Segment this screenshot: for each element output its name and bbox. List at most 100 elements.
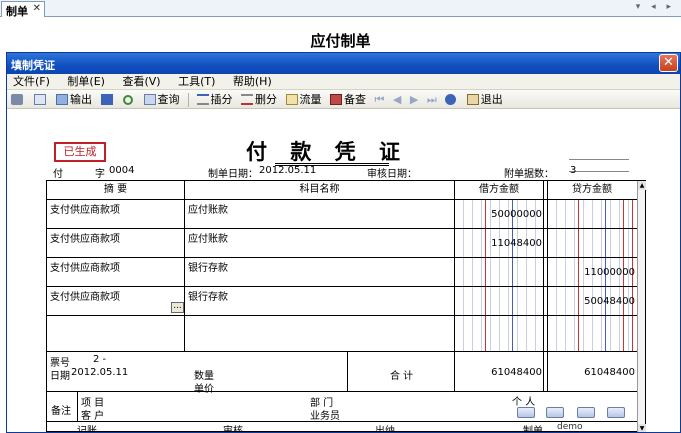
dialog-titlebar: 填制凭证 ✕ — [7, 53, 680, 74]
scroll-down-icon[interactable]: ▼ — [638, 424, 646, 432]
memo-bottom-line — [47, 421, 638, 422]
menu-tools[interactable]: 工具(T) — [178, 74, 215, 90]
row3-subject[interactable]: 银行存款 — [188, 259, 228, 274]
memo-button[interactable]: 备查 — [330, 90, 366, 109]
save-icon[interactable] — [100, 90, 115, 109]
row3-credit[interactable]: 11000000 — [548, 267, 635, 278]
undo-icon[interactable] — [123, 90, 135, 109]
voucher-title: 付 款 凭 证 — [246, 139, 408, 164]
debit-blue-line — [512, 199, 513, 351]
tab-close-icon[interactable]: ✕ — [33, 3, 41, 14]
grid-scrollbar[interactable]: ▲ ▼ — [637, 181, 646, 432]
row2-subject[interactable]: 应付账款 — [188, 230, 228, 245]
row2-debit[interactable]: 11048400 — [455, 238, 542, 249]
total-label: 合 计 — [390, 371, 414, 382]
delete-button[interactable]: 删分 — [241, 90, 277, 109]
voucher-type-label: 付 — [53, 169, 63, 180]
first-record-icon[interactable]: ⏮ — [375, 90, 385, 109]
cashier-label: 出纳 — [375, 426, 395, 433]
flow-icon — [285, 94, 298, 105]
col-divider — [184, 181, 185, 351]
memo-divider — [77, 391, 78, 421]
header-subject: 科目名称 — [299, 184, 340, 195]
unit-price-label: 单价 — [194, 384, 214, 395]
row1-summary[interactable]: 支付供应商款项 — [50, 201, 120, 216]
row-divider — [47, 315, 638, 316]
row4-credit[interactable]: 50048400 — [548, 296, 635, 307]
tab-nav-icons[interactable]: ▾ ◂ ▸ — [636, 2, 675, 12]
make-date-label: 制单日期： — [208, 169, 258, 180]
tab-voucher[interactable]: 制单 ✕ — [1, 1, 45, 18]
row4-subject[interactable]: 银行存款 — [188, 288, 228, 303]
ticket-value: 2 - — [93, 354, 107, 365]
dialog-title: 填制凭证 — [11, 59, 55, 72]
bookkeeper-label: 记账 — [77, 426, 97, 433]
row2-summary[interactable]: 支付供应商款项 — [50, 230, 120, 245]
last-record-icon[interactable]: ⏭ — [427, 90, 437, 109]
status-stamp: 已生成 — [54, 142, 106, 162]
menu-edit[interactable]: 制单(E) — [67, 74, 105, 90]
exit-button[interactable]: 退出 — [466, 90, 503, 109]
voucher-grid: 摘 要 科目名称 借方金额 贷方金额 支付供应商款项 应付账款 50000000… — [46, 180, 646, 432]
row-divider — [47, 351, 638, 352]
row-divider — [47, 228, 638, 229]
total-debit: 61048400 — [491, 367, 542, 378]
maker-label: 制单 — [523, 426, 543, 433]
header-summary: 摘 要 — [103, 184, 128, 195]
close-icon[interactable]: ✕ — [659, 54, 678, 72]
help-icon[interactable] — [445, 90, 458, 109]
reference-button[interactable]: ... — [171, 302, 184, 313]
insert-button[interactable]: 插分 — [196, 90, 233, 109]
scroll-up-icon[interactable]: ▲ — [638, 181, 646, 190]
audit-date-label: 审核日期： — [367, 169, 417, 180]
voucher-number[interactable]: 0004 — [109, 165, 134, 176]
row-divider — [47, 257, 638, 258]
memo-table-icon[interactable] — [546, 407, 564, 418]
date-label: 日期 — [50, 371, 70, 382]
row1-subject[interactable]: 应付账款 — [188, 201, 228, 216]
voucher-dialog: 填制凭证 ✕ 文件(F) 制单(E) 查看(V) 工具(T) 帮助(H) 输出 … — [6, 52, 681, 433]
output-button[interactable]: 输出 — [56, 90, 92, 109]
exit-icon — [466, 94, 479, 105]
attach-count[interactable]: 3 — [570, 165, 576, 176]
output-icon — [56, 94, 68, 105]
menu-file[interactable]: 文件(F) — [13, 74, 50, 90]
flow-button[interactable]: 流量 — [285, 90, 322, 109]
next-record-icon[interactable]: ▶ — [410, 90, 418, 109]
auditor-label: 审核 — [223, 426, 243, 433]
memo-expand-icon[interactable] — [607, 407, 625, 418]
person-label: 个 人 — [512, 397, 536, 408]
menu-help[interactable]: 帮助(H) — [233, 74, 272, 90]
menu-bar: 文件(F) 制单(E) 查看(V) 工具(T) 帮助(H) — [7, 74, 680, 90]
tab-label: 制单 — [6, 5, 28, 18]
prev-record-icon[interactable]: ◀ — [393, 90, 401, 109]
delete-row-icon — [241, 94, 253, 105]
memo-label: 备注 — [51, 406, 71, 417]
debit-ruling — [455, 199, 543, 351]
word-label: 字 — [95, 169, 105, 180]
debit-red-line — [485, 199, 486, 351]
total-credit: 61048400 — [584, 367, 635, 378]
tab-strip: 制单 ✕ ▾ ◂ ▸ — [0, 0, 681, 18]
row-divider — [47, 391, 638, 392]
menu-view[interactable]: 查看(V) — [122, 74, 160, 90]
row3-summary[interactable]: 支付供应商款项 — [50, 259, 120, 274]
row1-debit[interactable]: 50000000 — [455, 209, 542, 220]
memo-edit-icon[interactable] — [577, 407, 595, 418]
preview-icon[interactable] — [33, 90, 48, 109]
customer-label: 客 户 — [81, 411, 105, 422]
row-divider — [47, 286, 638, 287]
row4-summary[interactable]: 支付供应商款项 — [50, 288, 120, 303]
page-title: 应付制单 — [310, 32, 371, 50]
query-button[interactable]: 查询 — [143, 90, 180, 109]
staff-label: 业务员 — [310, 411, 340, 422]
memo-card-icon[interactable] — [517, 407, 535, 418]
print-icon[interactable] — [11, 90, 25, 109]
attach-label: 附单据数： — [504, 169, 554, 180]
make-date-value[interactable]: 2012.05.11 — [259, 165, 316, 176]
header-debit: 借方金额 — [479, 184, 519, 195]
row-divider — [47, 199, 638, 200]
insert-row-icon — [196, 94, 209, 105]
total-divider — [347, 351, 348, 391]
header-credit: 贷方金额 — [572, 184, 612, 195]
